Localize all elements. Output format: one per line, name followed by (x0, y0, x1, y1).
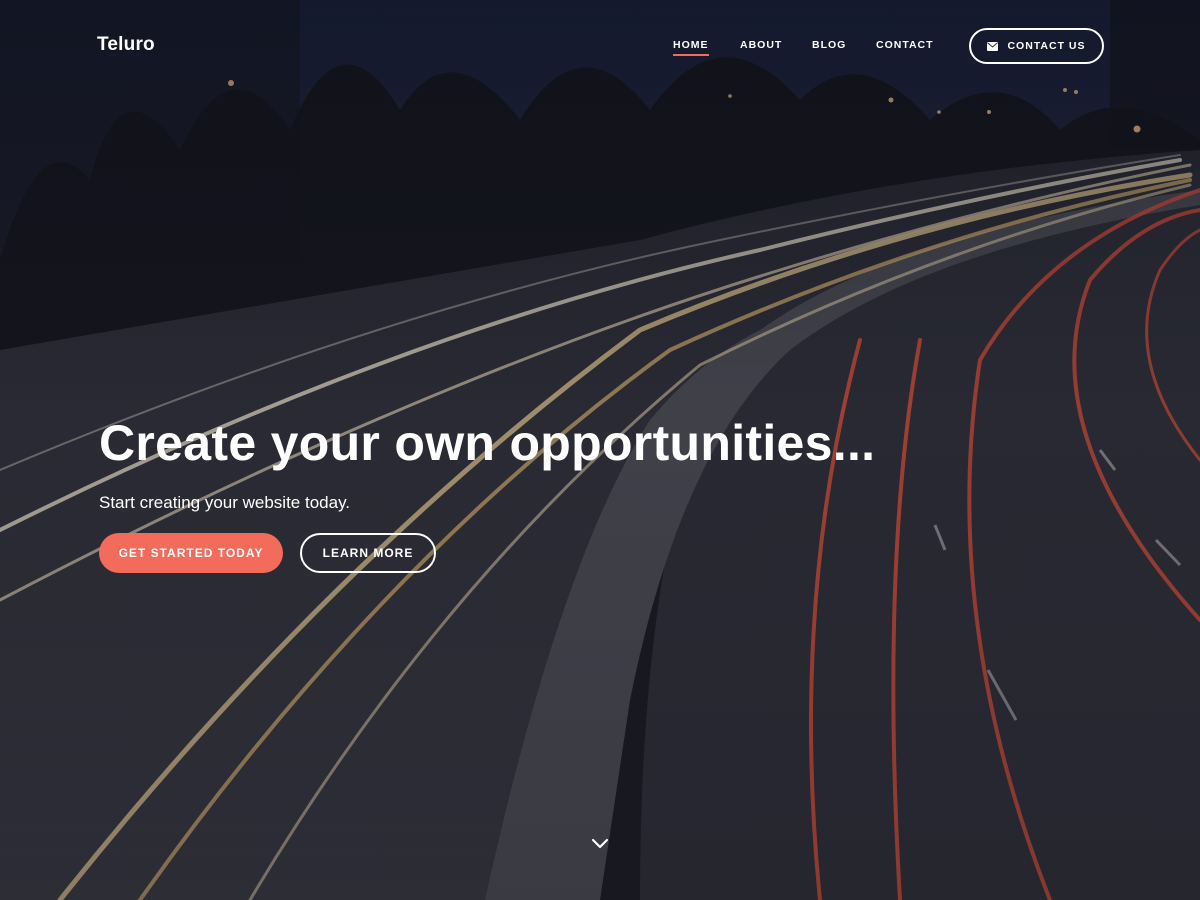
learn-more-button[interactable]: LEARN MORE (300, 533, 436, 573)
chevron-down-icon[interactable] (589, 834, 611, 852)
nav-item-blog[interactable]: BLOG (812, 39, 846, 51)
hero-subheadline: Start creating your website today. (99, 493, 351, 512)
nav-item-home[interactable]: HOME (673, 39, 709, 56)
envelope-icon (987, 41, 999, 51)
nav-item-about[interactable]: ABOUT (740, 39, 782, 51)
contact-us-button[interactable]: CONTACT US (969, 28, 1104, 64)
nav-item-contact[interactable]: CONTACT (876, 39, 934, 51)
site-logo[interactable]: Teluro (97, 34, 155, 56)
hero-headline: Create your own opportunities... (99, 415, 876, 471)
get-started-button[interactable]: GET STARTED TODAY (99, 533, 283, 573)
contact-us-label: CONTACT US (1007, 40, 1086, 52)
